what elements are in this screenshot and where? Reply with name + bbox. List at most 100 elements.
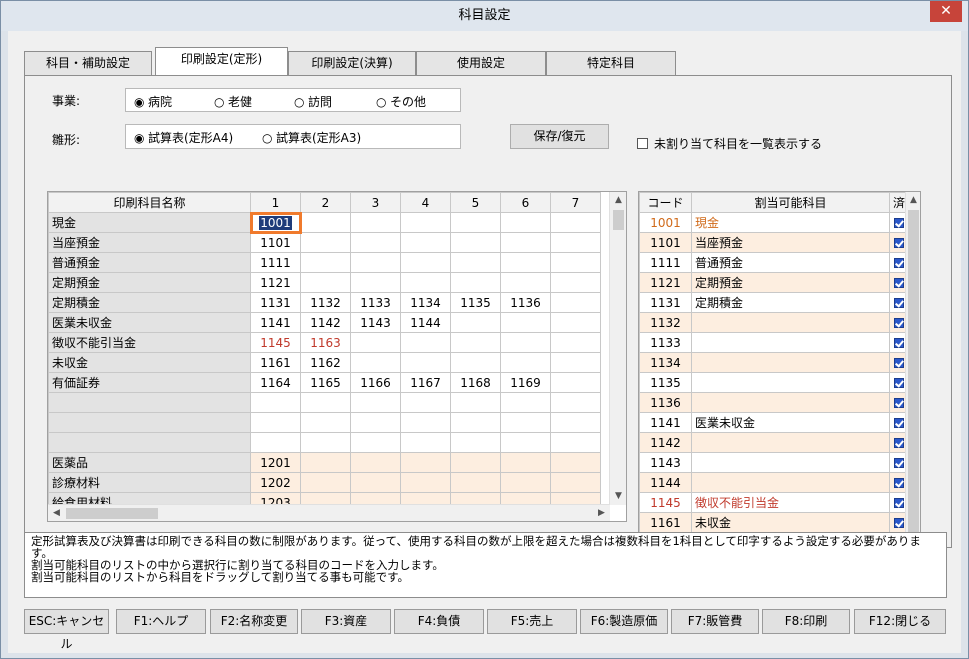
right-grid-vertical-scrollbar[interactable]: ▲ xyxy=(905,192,920,563)
print-account-name[interactable]: 定期積金 xyxy=(48,292,251,313)
list-item[interactable]: 1134 xyxy=(639,352,910,373)
tab-account-settings[interactable]: 科目・補助設定 xyxy=(24,51,152,75)
table-row[interactable] xyxy=(48,392,601,413)
code-cell[interactable] xyxy=(350,452,401,473)
grid-vertical-scrollbar[interactable]: ▲ ▼ xyxy=(609,192,626,505)
list-item[interactable]: 1161 未収金 xyxy=(639,512,910,533)
scroll-right-icon[interactable]: ▶ xyxy=(593,505,610,521)
code-cell[interactable]: 1101 xyxy=(250,232,301,253)
code-cell[interactable] xyxy=(350,212,401,233)
code-cell[interactable]: 1162 xyxy=(300,352,351,373)
list-item[interactable]: 1133 xyxy=(639,332,910,353)
code-cell[interactable] xyxy=(500,232,551,253)
code-cell[interactable]: 1142 xyxy=(300,312,351,333)
code-cell[interactable] xyxy=(500,312,551,333)
code-cell[interactable] xyxy=(300,272,351,293)
list-item[interactable]: 1131 定期積金 xyxy=(639,292,910,313)
selected-code-text[interactable]: 1001 xyxy=(259,215,292,230)
code-cell[interactable]: 1135 xyxy=(450,292,501,313)
code-cell[interactable] xyxy=(500,392,551,413)
scroll-left-icon[interactable]: ◀ xyxy=(48,505,65,521)
code-cell[interactable] xyxy=(500,212,551,233)
f6-manufacturing-cost-button[interactable]: F6:製造原価 xyxy=(580,609,668,634)
table-row[interactable]: 普通預金 1111 xyxy=(48,252,601,273)
code-cell[interactable] xyxy=(400,452,451,473)
code-cell[interactable]: 1134 xyxy=(400,292,451,313)
code-cell[interactable] xyxy=(400,272,451,293)
scroll-thumb[interactable] xyxy=(613,210,624,230)
print-account-name[interactable]: 定期預金 xyxy=(48,272,251,293)
code-cell[interactable] xyxy=(450,392,501,413)
f3-assets-button[interactable]: F3:資産 xyxy=(301,609,391,634)
show-unassigned-checkbox[interactable]: 未割り当て科目を一覧表示する xyxy=(637,135,822,152)
checked-checkbox-icon[interactable] xyxy=(894,497,904,508)
table-row[interactable] xyxy=(48,432,601,453)
code-cell[interactable] xyxy=(400,432,451,453)
tab-print-fixed[interactable]: 印刷設定(定形) xyxy=(155,47,288,75)
print-account-name[interactable]: 徴収不能引当金 xyxy=(48,332,251,353)
f4-liabilities-button[interactable]: F4:負債 xyxy=(394,609,484,634)
list-item[interactable]: 1136 xyxy=(639,392,910,413)
code-cell[interactable]: 1136 xyxy=(500,292,551,313)
table-row[interactable] xyxy=(48,412,601,433)
code-cell[interactable] xyxy=(400,412,451,433)
code-cell[interactable]: 1121 xyxy=(250,272,301,293)
print-account-name[interactable]: 普通預金 xyxy=(48,252,251,273)
code-cell[interactable]: 1169 xyxy=(500,372,551,393)
code-cell[interactable] xyxy=(450,412,501,433)
code-cell[interactable] xyxy=(450,332,501,353)
close-button[interactable]: ✕ xyxy=(930,1,962,22)
code-cell[interactable]: 1141 xyxy=(250,312,301,333)
checked-checkbox-icon[interactable] xyxy=(894,317,904,328)
code-cell[interactable] xyxy=(550,392,601,413)
print-account-name[interactable] xyxy=(48,432,251,453)
f1-help-button[interactable]: F1:ヘルプ xyxy=(116,609,206,634)
code-cell[interactable]: 1143 xyxy=(350,312,401,333)
code-cell[interactable]: 1131 xyxy=(250,292,301,313)
print-account-name[interactable]: 有価証券 xyxy=(48,372,251,393)
code-cell[interactable] xyxy=(500,412,551,433)
code-cell[interactable] xyxy=(500,452,551,473)
code-cell[interactable]: 1202 xyxy=(250,472,301,493)
f12-close-button[interactable]: F12:閉じる xyxy=(854,609,946,634)
code-cell[interactable] xyxy=(400,232,451,253)
radio-hospital[interactable]: ◉ 病院 xyxy=(134,93,172,110)
print-account-name[interactable]: 医薬品 xyxy=(48,452,251,473)
code-cell[interactable] xyxy=(500,472,551,493)
code-cell[interactable] xyxy=(450,252,501,273)
table-row[interactable]: 有価証券 1164 1165 1166 1167 1168 1169 xyxy=(48,372,601,393)
table-row[interactable]: 定期積金 1131 1132 1133 1134 1135 1136 xyxy=(48,292,601,313)
table-row[interactable]: 診療材料 1202 xyxy=(48,472,601,493)
code-cell[interactable] xyxy=(450,232,501,253)
code-cell[interactable] xyxy=(550,372,601,393)
code-cell[interactable] xyxy=(400,332,451,353)
code-cell[interactable] xyxy=(250,412,301,433)
checked-checkbox-icon[interactable] xyxy=(894,357,904,368)
code-cell[interactable] xyxy=(300,432,351,453)
scroll-thumb[interactable] xyxy=(908,210,919,540)
code-cell[interactable] xyxy=(300,412,351,433)
code-cell[interactable] xyxy=(350,392,401,413)
code-cell[interactable]: 1166 xyxy=(350,372,401,393)
checked-checkbox-icon[interactable] xyxy=(894,477,904,488)
code-cell[interactable] xyxy=(500,332,551,353)
code-cell[interactable] xyxy=(350,352,401,373)
code-cell[interactable]: 1001 xyxy=(249,211,302,234)
checked-checkbox-icon[interactable] xyxy=(894,377,904,388)
code-cell[interactable] xyxy=(400,252,451,273)
code-cell[interactable] xyxy=(500,432,551,453)
code-cell[interactable] xyxy=(550,432,601,453)
code-cell[interactable] xyxy=(550,272,601,293)
code-cell[interactable]: 1164 xyxy=(250,372,301,393)
f5-sales-button[interactable]: F5:売上 xyxy=(487,609,577,634)
code-cell[interactable] xyxy=(450,312,501,333)
table-row[interactable]: 未収金 1161 1162 xyxy=(48,352,601,373)
code-cell[interactable] xyxy=(550,472,601,493)
print-account-name[interactable] xyxy=(48,392,251,413)
table-row[interactable]: 現金 1001 xyxy=(48,211,601,234)
code-cell[interactable] xyxy=(300,252,351,273)
code-cell[interactable] xyxy=(350,272,401,293)
checked-checkbox-icon[interactable] xyxy=(894,277,904,288)
scroll-thumb[interactable] xyxy=(66,508,158,519)
checked-checkbox-icon[interactable] xyxy=(894,337,904,348)
